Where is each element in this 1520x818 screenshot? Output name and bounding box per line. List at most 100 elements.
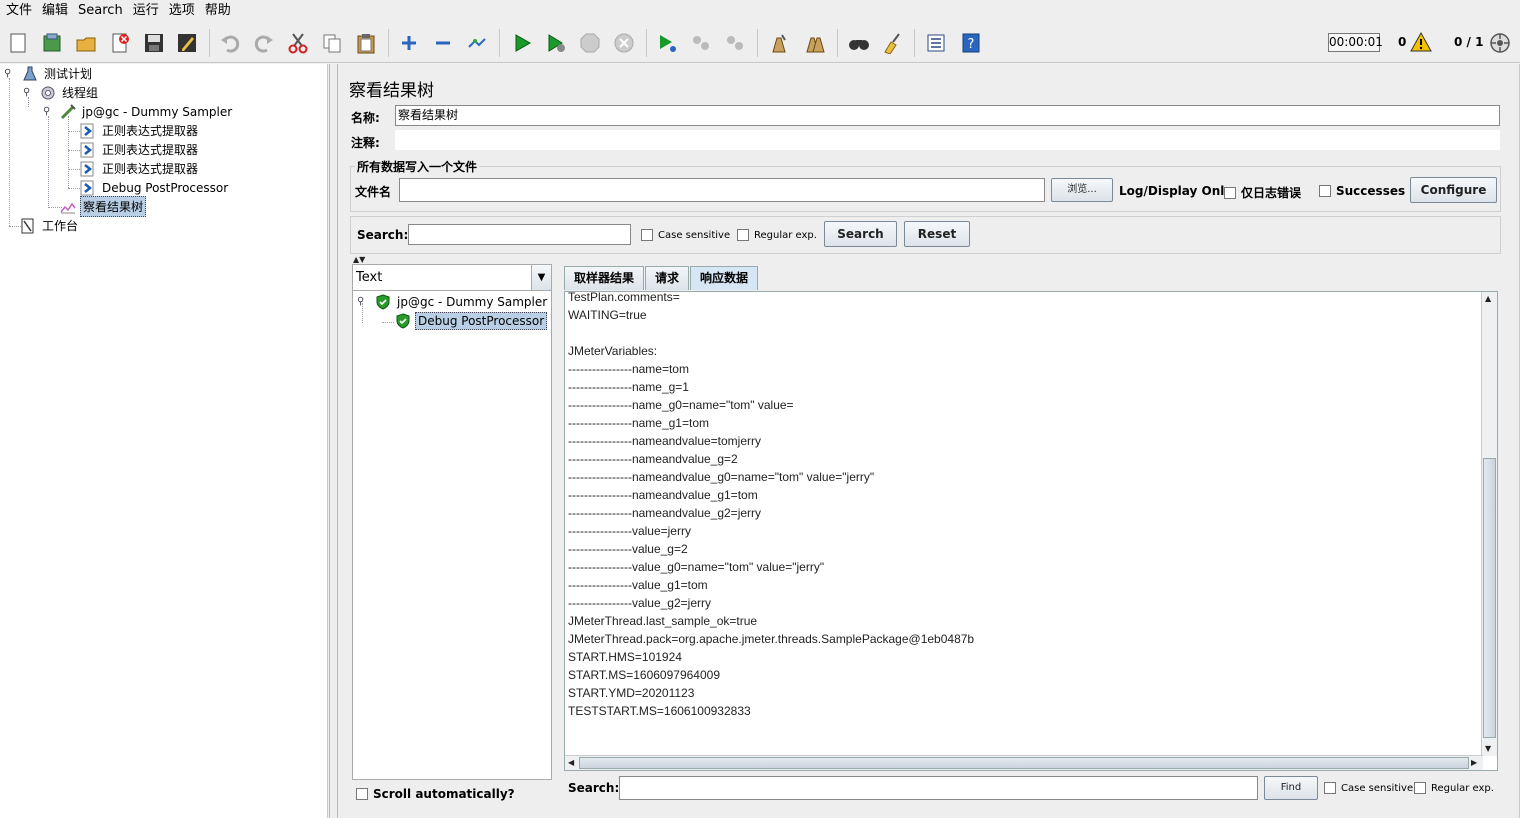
tree-item-test-plan[interactable]: 测试计划: [22, 64, 94, 83]
horizontal-scroll-thumb[interactable]: [579, 757, 1469, 769]
new-icon[interactable]: [2, 27, 34, 59]
find-case-sensitive-checkbox[interactable]: Case sensitive: [1324, 782, 1413, 794]
templates-icon[interactable]: [36, 27, 68, 59]
tab-request[interactable]: 请求: [645, 266, 690, 290]
tab-response-data[interactable]: 响应数据: [690, 266, 759, 290]
response-line: ----------------value_g=2: [568, 542, 688, 556]
reset-button[interactable]: Reset: [904, 221, 970, 247]
status-indicator-icon[interactable]: [1489, 32, 1511, 54]
response-line: ----------------value_g2=jerry: [568, 596, 711, 610]
expand-toggle-icon[interactable]: ⚲: [43, 107, 53, 117]
menu-run[interactable]: 运行: [131, 0, 167, 22]
save-as-icon[interactable]: [171, 27, 203, 59]
response-line: ----------------value_g0=name="tom" valu…: [568, 560, 825, 574]
reset-search-icon[interactable]: [876, 27, 908, 59]
success-shield-icon: [396, 312, 410, 329]
start-icon[interactable]: [506, 27, 538, 59]
expand-toggle-icon[interactable]: ⚲: [357, 297, 367, 307]
undo-icon[interactable]: [214, 27, 246, 59]
stop-icon[interactable]: [574, 27, 606, 59]
toggle-icon[interactable]: [461, 27, 493, 59]
toolbar: ? 00:00:01 0 0 / 1: [0, 23, 1520, 63]
tree-item-regex-extractor-3[interactable]: 正则表达式提取器: [80, 159, 200, 178]
tree-item-regex-extractor-2[interactable]: 正则表达式提取器: [80, 140, 200, 159]
find-regex-checkbox[interactable]: Regular exp.: [1414, 782, 1494, 794]
close-icon[interactable]: [104, 27, 136, 59]
warning-icon[interactable]: [1410, 32, 1432, 52]
response-line: ----------------value_g1=tom: [568, 578, 708, 592]
listener-icon: [60, 202, 76, 213]
test-plan-tree: ⚲ 测试计划 ⚲ 线程组 ⚲ jp@gc - Dummy Sampler 正则表…: [0, 64, 328, 818]
tree-item-view-results-tree[interactable]: 察看结果树: [60, 196, 147, 217]
menu-search[interactable]: Search: [76, 0, 131, 22]
remote-shutdown-icon[interactable]: [719, 27, 751, 59]
menu-help[interactable]: 帮助: [203, 0, 239, 22]
collapse-icon[interactable]: [427, 27, 459, 59]
clear-all-icon[interactable]: [799, 27, 831, 59]
scroll-up-icon[interactable]: ▲: [1485, 294, 1491, 303]
expand-icon[interactable]: [393, 27, 425, 59]
filename-input[interactable]: [399, 178, 1045, 202]
copy-icon[interactable]: [316, 27, 348, 59]
menu-file[interactable]: 文件: [4, 0, 40, 22]
menu-options[interactable]: 选项: [167, 0, 203, 22]
extractor-icon: [80, 180, 94, 195]
comment-field[interactable]: [395, 130, 1500, 150]
panel-splitter[interactable]: [329, 64, 338, 818]
remote-stop-icon[interactable]: [685, 27, 717, 59]
find-button[interactable]: Find: [1264, 776, 1318, 800]
configure-button[interactable]: Configure: [1410, 177, 1497, 203]
search-input[interactable]: [408, 224, 631, 245]
clear-icon[interactable]: [763, 27, 795, 59]
extractor-icon: [80, 161, 94, 176]
response-line: START.YMD=20201123: [568, 686, 695, 700]
help-icon[interactable]: ?: [955, 27, 987, 59]
tree-item-regex-extractor-1[interactable]: 正则表达式提取器: [80, 121, 200, 140]
search-icon[interactable]: [843, 27, 875, 59]
errors-only-checkbox[interactable]: 仅日志错误: [1224, 184, 1301, 201]
case-sensitive-checkbox[interactable]: Case sensitive: [641, 229, 730, 241]
name-field[interactable]: 察看结果树: [395, 105, 1500, 126]
result-tabs: 取样器结果 请求 响应数据: [564, 266, 759, 290]
scroll-down-icon[interactable]: ▼: [1485, 744, 1491, 753]
response-text[interactable]: TestPlan.comments= WAITING=true JMeterVar…: [568, 291, 1473, 720]
scroll-right-icon[interactable]: ▶: [1471, 758, 1477, 767]
collapse-up-icon[interactable]: ▲▼: [353, 255, 365, 264]
function-helper-icon[interactable]: [920, 27, 952, 59]
expand-toggle-icon[interactable]: ⚲: [23, 88, 33, 98]
panel-title: 察看结果树: [349, 81, 434, 101]
tree-item-workbench[interactable]: 工作台: [20, 216, 80, 235]
vertical-scrollbar[interactable]: ▲ ▼: [1481, 292, 1497, 756]
tree-item-dummy-sampler[interactable]: jp@gc - Dummy Sampler: [60, 102, 234, 121]
find-input[interactable]: [619, 776, 1258, 800]
response-line: JMeterThread.last_sample_ok=true: [568, 614, 758, 628]
redo-icon[interactable]: [248, 27, 280, 59]
regex-checkbox[interactable]: Regular exp.: [737, 229, 817, 241]
dropdown-arrow-icon[interactable]: ▼: [531, 265, 551, 290]
scroll-automatically-checkbox[interactable]: Scroll automatically?: [356, 787, 515, 801]
tree-item-debug-postprocessor[interactable]: Debug PostProcessor: [80, 178, 230, 197]
response-line: ----------------value=jerry: [568, 524, 691, 538]
cut-icon[interactable]: [282, 27, 314, 59]
scroll-left-icon[interactable]: ◀: [568, 758, 574, 767]
successes-checkbox[interactable]: Successes: [1319, 184, 1405, 198]
tree-item-thread-group[interactable]: 线程组: [40, 83, 100, 102]
vertical-scroll-thumb[interactable]: [1483, 458, 1496, 738]
tab-sampler-result[interactable]: 取样器结果: [564, 266, 645, 290]
expand-toggle-icon[interactable]: ⚲: [4, 69, 14, 79]
shutdown-icon[interactable]: [608, 27, 640, 59]
paste-icon[interactable]: [350, 27, 382, 59]
sample-item-debug-postprocessor[interactable]: Debug PostProcessor: [395, 311, 548, 330]
browse-button[interactable]: 浏览...: [1051, 178, 1113, 202]
response-data-view[interactable]: TestPlan.comments= WAITING=true JMeterVar…: [564, 291, 1498, 771]
horizontal-scrollbar[interactable]: ◀ ▶: [565, 755, 1483, 770]
response-line: TestPlan.comments=: [568, 291, 680, 304]
renderer-select[interactable]: Text ▼: [353, 265, 551, 291]
sample-item-dummy-sampler[interactable]: jp@gc - Dummy Sampler: [375, 292, 549, 311]
search-button[interactable]: Search: [824, 221, 897, 247]
menu-edit[interactable]: 编辑: [40, 0, 76, 22]
save-icon[interactable]: [138, 27, 170, 59]
remote-start-icon[interactable]: [651, 27, 683, 59]
start-no-pause-icon[interactable]: [540, 27, 572, 59]
open-icon[interactable]: [70, 27, 102, 59]
